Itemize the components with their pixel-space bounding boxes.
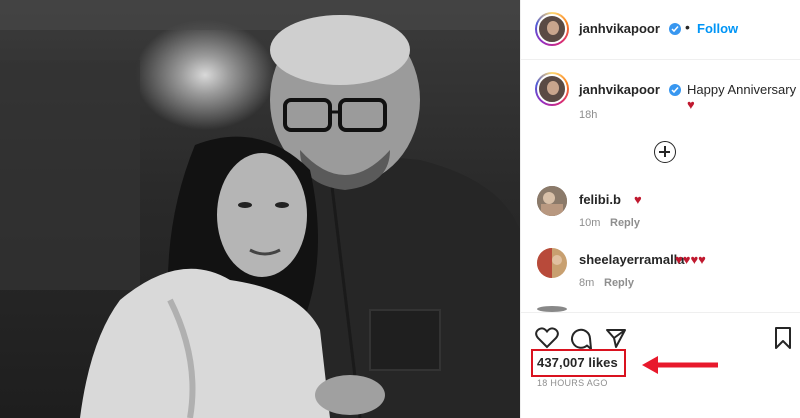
heart-emoji: ♥	[687, 97, 695, 112]
photo-illustration	[0, 0, 520, 418]
comment-text: ♥♥♥♥	[675, 252, 706, 267]
comment-avatar[interactable]	[537, 186, 567, 216]
caption-text: Happy Anniversary ♥	[687, 82, 797, 112]
comment-username[interactable]: felibi.b	[579, 192, 621, 207]
reply-button[interactable]: Reply	[604, 277, 634, 289]
post-header: janhvikapoor • Follow	[521, 0, 800, 60]
comment-time[interactable]: 8m	[579, 277, 594, 289]
bookmark-icon[interactable]	[774, 327, 792, 354]
verified-badge-icon	[669, 84, 681, 96]
verified-badge-icon	[669, 23, 681, 35]
likes-count[interactable]: 437,007 likes	[537, 355, 618, 370]
caption-time[interactable]: 18h	[579, 109, 597, 121]
author-avatar[interactable]	[535, 12, 569, 46]
annotation-arrow-icon	[642, 356, 718, 374]
comment-time[interactable]: 10m	[579, 217, 600, 229]
post-photo[interactable]	[0, 0, 520, 418]
comment-avatar[interactable]	[537, 248, 567, 278]
load-more-comments-button[interactable]	[654, 141, 676, 163]
caption-avatar[interactable]	[535, 72, 569, 106]
comment-username[interactable]: sheelayerramalla	[579, 252, 685, 267]
comment-text: ♥	[634, 192, 642, 207]
post-timestamp[interactable]: 18 HOURS AGO	[537, 378, 608, 388]
author-username[interactable]: janhvikapoor	[579, 21, 660, 36]
caption-username[interactable]: janhvikapoor	[579, 82, 660, 97]
follow-button[interactable]: Follow	[697, 21, 738, 36]
reply-button[interactable]: Reply	[610, 217, 640, 229]
header-separator: •	[685, 19, 690, 35]
